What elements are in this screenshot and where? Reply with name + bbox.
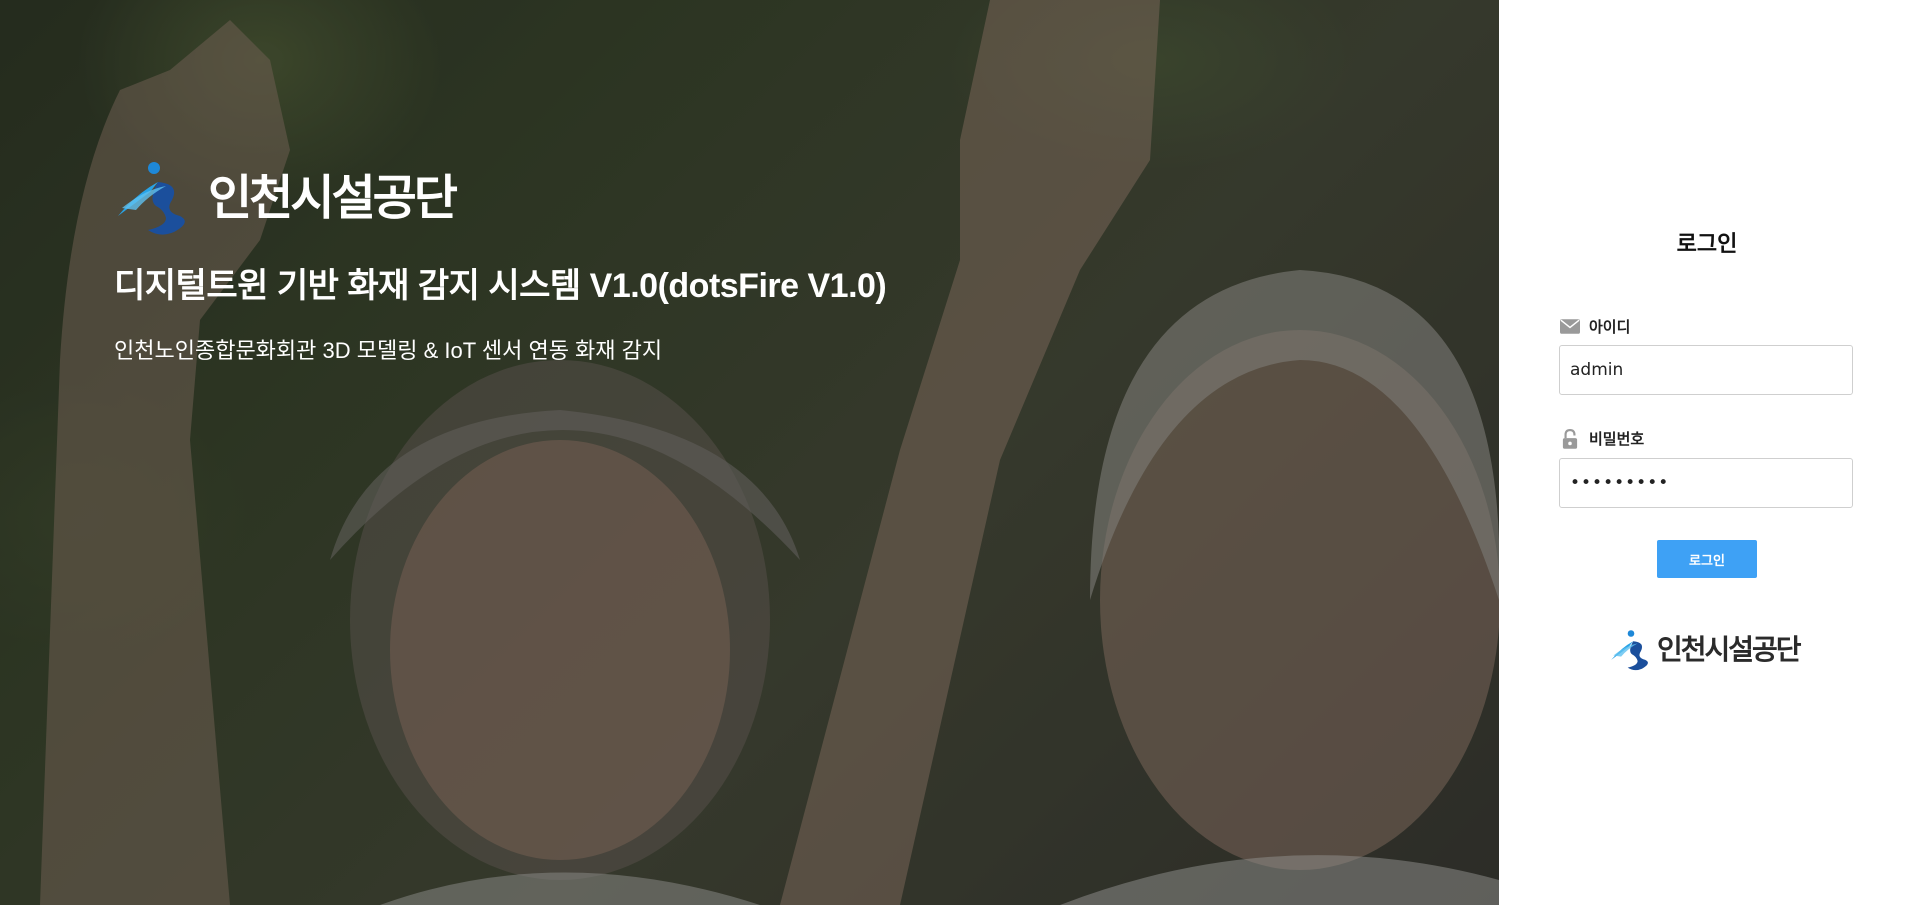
login-title: 로그인 [1676, 232, 1738, 257]
login-page: 인천시설공단 디지털트윈 기반 화재 감지 시스템 V1.0(dotsFire … [0, 0, 1915, 905]
login-panel: 로그인 아이디 비밀번호 로그인 [1499, 0, 1915, 905]
system-subtitle: 인천노인종합문화회관 3D 모델링 & IoT 센서 연동 화재 감지 [114, 338, 663, 363]
hero-logo: 인천시설공단 [114, 160, 1114, 236]
hero-content: 인천시설공단 디지털트윈 기반 화재 감지 시스템 V1.0(dotsFire … [114, 160, 1114, 365]
id-field-label: 아이디 [1559, 316, 1630, 337]
panel-logo: 인천시설공단 [1609, 628, 1802, 672]
password-field-label: 비밀번호 [1559, 428, 1644, 449]
runner-logo-icon [1611, 630, 1648, 671]
system-title: 디지털트윈 기반 화재 감지 시스템 V1.0(dotsFire V1.0) [114, 267, 887, 305]
password-label-text: 비밀번호 [1589, 430, 1645, 448]
id-label-text: 아이디 [1589, 318, 1631, 336]
password-input[interactable] [1559, 458, 1853, 508]
envelope-icon [1559, 317, 1581, 337]
runner-logo-icon [118, 162, 185, 235]
login-button[interactable]: 로그인 [1657, 540, 1757, 578]
hero-logo-text: 인천시설공단 [208, 170, 458, 226]
unlock-icon [1559, 428, 1581, 449]
panel-logo-text: 인천시설공단 [1657, 633, 1802, 666]
hero-dark-overlay [0, 0, 1499, 905]
hero-panel: 인천시설공단 디지털트윈 기반 화재 감지 시스템 V1.0(dotsFire … [0, 0, 1499, 905]
id-input[interactable] [1559, 345, 1853, 395]
